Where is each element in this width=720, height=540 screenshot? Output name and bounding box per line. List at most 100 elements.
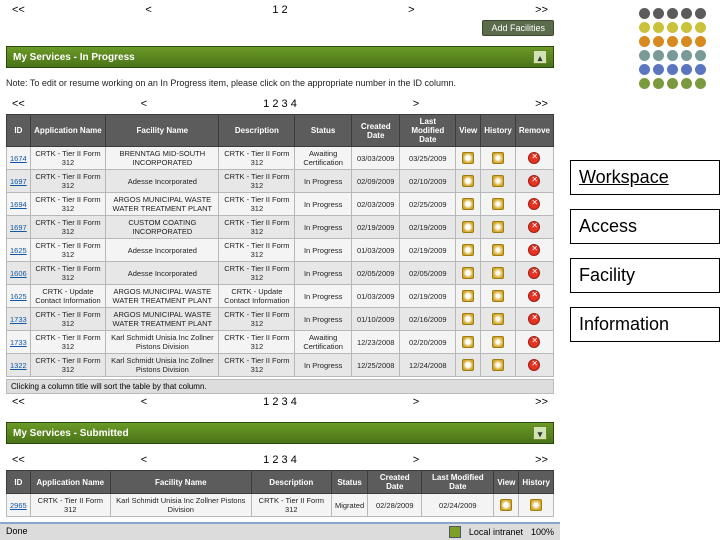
pager-prev[interactable]: <: [135, 396, 153, 408]
col-modified[interactable]: Last Modified Date: [422, 471, 494, 494]
section-in-progress-header[interactable]: My Services - In Progress ▴: [6, 46, 554, 68]
cell-view[interactable]: [456, 170, 481, 193]
cell-history[interactable]: [481, 193, 516, 216]
cell-remove[interactable]: [515, 285, 553, 308]
cell-id-link[interactable]: 1322: [7, 354, 31, 377]
history-icon[interactable]: [492, 152, 504, 164]
col-created[interactable]: Created Date: [368, 471, 422, 494]
cell-remove[interactable]: [515, 239, 553, 262]
pager-last[interactable]: >>: [529, 4, 554, 16]
cell-view[interactable]: [456, 285, 481, 308]
remove-icon[interactable]: [528, 175, 540, 187]
pager-pages[interactable]: 1 2 3 4: [257, 454, 303, 466]
cell-remove[interactable]: [515, 354, 553, 377]
cell-history[interactable]: [481, 262, 516, 285]
remove-icon[interactable]: [528, 152, 540, 164]
col-status[interactable]: Status: [295, 115, 352, 147]
history-icon[interactable]: [492, 267, 504, 279]
history-icon[interactable]: [492, 313, 504, 325]
col-fac[interactable]: Facility Name: [106, 115, 219, 147]
cell-view[interactable]: [456, 262, 481, 285]
col-status[interactable]: Status: [331, 471, 367, 494]
view-icon[interactable]: [462, 244, 474, 256]
pager-prev[interactable]: <: [139, 4, 157, 16]
cell-view[interactable]: [494, 494, 519, 517]
cell-id-link[interactable]: 1697: [7, 216, 31, 239]
view-icon[interactable]: [462, 336, 474, 348]
remove-icon[interactable]: [528, 359, 540, 371]
col-created[interactable]: Created Date: [351, 115, 399, 147]
pager-prev[interactable]: <: [135, 98, 153, 110]
view-icon[interactable]: [462, 313, 474, 325]
cell-history[interactable]: [481, 239, 516, 262]
pager-prev[interactable]: <: [135, 454, 153, 466]
expand-icon[interactable]: ▾: [533, 426, 547, 440]
view-icon[interactable]: [462, 175, 474, 187]
cell-history[interactable]: [481, 216, 516, 239]
remove-icon[interactable]: [528, 290, 540, 302]
remove-icon[interactable]: [528, 313, 540, 325]
remove-icon[interactable]: [528, 221, 540, 233]
cell-id-link[interactable]: 1697: [7, 170, 31, 193]
add-facilities-button[interactable]: Add Facilities: [482, 20, 554, 36]
remove-icon[interactable]: [528, 267, 540, 279]
pager-pages[interactable]: 1 2 3 4: [257, 98, 303, 110]
cell-remove[interactable]: [515, 147, 553, 170]
view-icon[interactable]: [462, 221, 474, 233]
section-submitted-header[interactable]: My Services - Submitted ▾: [6, 422, 554, 444]
cell-id-link[interactable]: 1674: [7, 147, 31, 170]
cell-id-link[interactable]: 1625: [7, 239, 31, 262]
pager-pages[interactable]: 1 2: [266, 4, 293, 16]
cell-history[interactable]: [519, 494, 554, 517]
pager-next[interactable]: >: [407, 98, 425, 110]
history-icon[interactable]: [492, 290, 504, 302]
cell-history[interactable]: [481, 354, 516, 377]
view-icon[interactable]: [462, 198, 474, 210]
cell-history[interactable]: [481, 285, 516, 308]
view-icon[interactable]: [462, 359, 474, 371]
pager-first[interactable]: <<: [6, 98, 31, 110]
col-id[interactable]: ID: [7, 471, 31, 494]
remove-icon[interactable]: [528, 336, 540, 348]
history-icon[interactable]: [492, 359, 504, 371]
pager-next[interactable]: >: [407, 396, 425, 408]
view-icon[interactable]: [462, 267, 474, 279]
history-icon[interactable]: [530, 499, 542, 511]
pager-first[interactable]: <<: [6, 4, 31, 16]
collapse-icon[interactable]: ▴: [533, 50, 547, 64]
cell-id-link[interactable]: 1733: [7, 308, 31, 331]
pager-last[interactable]: >>: [529, 98, 554, 110]
cell-id-link[interactable]: 1733: [7, 331, 31, 354]
col-app[interactable]: Application Name: [30, 471, 110, 494]
pager-last[interactable]: >>: [529, 396, 554, 408]
history-icon[interactable]: [492, 221, 504, 233]
view-icon[interactable]: [462, 290, 474, 302]
cell-view[interactable]: [456, 216, 481, 239]
cell-history[interactable]: [481, 331, 516, 354]
pager-pages[interactable]: 1 2 3 4: [257, 396, 303, 408]
pager-last[interactable]: >>: [529, 454, 554, 466]
cell-remove[interactable]: [515, 216, 553, 239]
pager-first[interactable]: <<: [6, 454, 31, 466]
cell-remove[interactable]: [515, 193, 553, 216]
history-icon[interactable]: [492, 198, 504, 210]
remove-icon[interactable]: [528, 198, 540, 210]
view-icon[interactable]: [462, 152, 474, 164]
cell-id-link[interactable]: 1606: [7, 262, 31, 285]
status-zoom[interactable]: 100%: [531, 527, 554, 537]
col-desc[interactable]: Description: [219, 115, 295, 147]
view-icon[interactable]: [500, 499, 512, 511]
remove-icon[interactable]: [528, 244, 540, 256]
col-id[interactable]: ID: [7, 115, 31, 147]
pager-next[interactable]: >: [402, 4, 420, 16]
col-app[interactable]: Application Name: [30, 115, 106, 147]
pager-next[interactable]: >: [407, 454, 425, 466]
cell-history[interactable]: [481, 147, 516, 170]
cell-history[interactable]: [481, 308, 516, 331]
col-fac[interactable]: Facility Name: [110, 471, 251, 494]
cell-id-link[interactable]: 2965: [7, 494, 31, 517]
history-icon[interactable]: [492, 175, 504, 187]
cell-remove[interactable]: [515, 170, 553, 193]
cell-view[interactable]: [456, 193, 481, 216]
cell-view[interactable]: [456, 331, 481, 354]
